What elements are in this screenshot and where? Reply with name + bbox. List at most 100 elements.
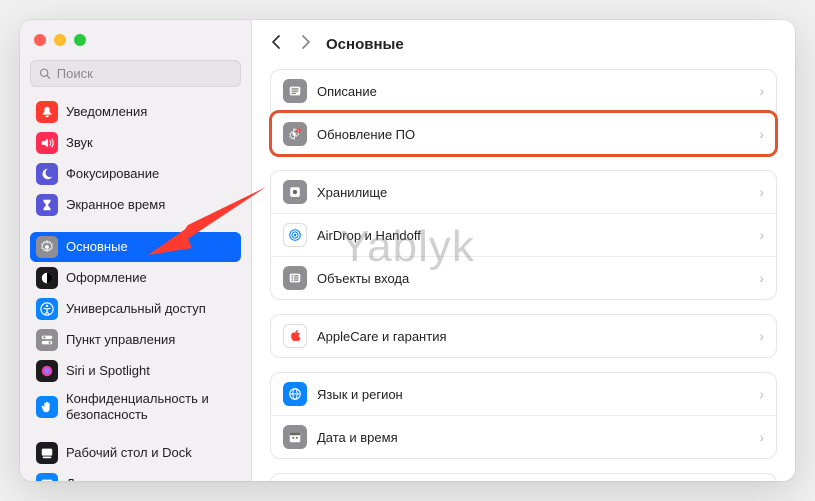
minimize-button[interactable] — [54, 34, 66, 46]
gear-icon — [40, 240, 54, 254]
sidebar-item-label: Экранное время — [66, 197, 165, 213]
search-input[interactable] — [57, 66, 232, 81]
globe-icon — [283, 382, 307, 406]
row-label: AppleCare и гарантия — [317, 329, 749, 344]
sidebar-item-3[interactable]: Экранное время — [30, 190, 241, 220]
nav-arrows — [270, 34, 312, 55]
settings-group-1: Хранилище›AirDrop и Handoff›Объекты вход… — [270, 170, 777, 300]
chevron-right-icon: › — [759, 386, 764, 402]
calendar-icon — [283, 425, 307, 449]
moon-icon — [40, 167, 54, 181]
row-label: Язык и регион — [317, 387, 749, 402]
settings-row[interactable]: Объекты входа › — [271, 256, 776, 299]
settings-group-3: Язык и регион › Дата и время › — [270, 372, 777, 459]
switches-icon — [36, 329, 58, 351]
sidebar-item-11[interactable]: Дисплеи — [30, 469, 241, 481]
chevron-right-icon: › — [759, 83, 764, 99]
globe-icon — [288, 387, 302, 401]
settings-row[interactable]: Дата и время › — [271, 415, 776, 458]
row-label: Дата и время — [317, 430, 749, 445]
gear-badge-icon: 1 — [283, 122, 307, 146]
siri-icon — [36, 360, 58, 382]
gear-icon — [36, 236, 58, 258]
settings-row[interactable]: AppleCare и гарантия › — [271, 315, 776, 357]
contrast-icon — [40, 271, 54, 285]
row-label: AirDrop и Handoff — [317, 228, 749, 243]
info-icon — [288, 84, 302, 98]
sidebar-item-7[interactable]: Пункт управления — [30, 325, 241, 355]
settings-group-2: AppleCare и гарантия › — [270, 314, 777, 358]
sidebar-item-4[interactable]: Основные — [30, 232, 241, 262]
chevron-right-icon: › — [759, 227, 764, 243]
settings-group-0: Описание › 1 Обновление ПО › — [270, 69, 777, 156]
settings-row[interactable]: Общий доступ› — [271, 474, 776, 481]
header: Основные — [270, 32, 777, 69]
sidebar-item-label: Фокусирование — [66, 166, 159, 182]
settings-row[interactable]: Хранилище › — [271, 171, 776, 213]
sidebar-item-label: Универсальный доступ — [66, 301, 206, 317]
calendar-icon — [288, 430, 302, 444]
apple-icon — [283, 324, 307, 348]
sidebar-item-8[interactable]: Siri и Spotlight — [30, 356, 241, 386]
sidebar-item-5[interactable]: Оформление — [30, 263, 241, 293]
dock-icon — [36, 442, 58, 464]
sidebar-list: Уведомления Звук Фокусирование Экранное вре… — [30, 97, 241, 481]
settings-row[interactable]: 1 Обновление ПО › — [271, 112, 776, 155]
sidebar-item-label: Siri и Spotlight — [66, 363, 150, 379]
list-icon — [283, 266, 307, 290]
settings-window: Yablyk УведомленияЗвукФокусированиеЭкран… — [20, 20, 795, 481]
sidebar-item-9[interactable]: Конфиденциальность и безопасность — [30, 387, 241, 426]
airdrop-icon — [283, 223, 307, 247]
maximize-button[interactable] — [74, 34, 86, 46]
back-button[interactable] — [270, 34, 282, 55]
sidebar-item-10[interactable]: Рабочий стол и Dock — [30, 438, 241, 468]
hand-icon — [36, 396, 58, 418]
sidebar: Уведомления Звук Фокусирование Экранное вре… — [20, 20, 252, 481]
gear-badge-icon: 1 — [288, 127, 302, 141]
sidebar-item-label: Основные — [66, 239, 128, 255]
chevron-right-icon: › — [759, 270, 764, 286]
settings-row[interactable]: AirDrop и Handoff › — [271, 213, 776, 256]
disk-icon — [288, 185, 302, 199]
window-controls — [30, 30, 241, 60]
disk-icon — [283, 180, 307, 204]
forward-button[interactable] — [300, 34, 312, 55]
row-label: Обновление ПО — [317, 127, 749, 142]
chevron-right-icon: › — [759, 126, 764, 142]
search-field[interactable] — [30, 60, 241, 87]
hand-icon — [40, 400, 54, 414]
moon-icon — [36, 163, 58, 185]
hourglass-icon — [40, 198, 54, 212]
main-panel: Основные Описание›1Обновление ПО›Хранили… — [252, 20, 795, 481]
sidebar-item-0[interactable]: Уведомления — [30, 97, 241, 127]
row-label: Объекты входа — [317, 271, 749, 286]
airdrop-icon — [288, 228, 302, 242]
row-label: Описание — [317, 84, 749, 99]
sidebar-item-2[interactable]: Фокусирование — [30, 159, 241, 189]
display-icon — [40, 477, 54, 481]
settings-row[interactable]: Описание › — [271, 70, 776, 112]
hourglass-icon — [36, 194, 58, 216]
contrast-icon — [36, 267, 58, 289]
chevron-right-icon: › — [759, 328, 764, 344]
sidebar-item-6[interactable]: Универсальный доступ — [30, 294, 241, 324]
sidebar-item-1[interactable]: Звук — [30, 128, 241, 158]
apple-icon — [288, 329, 302, 343]
row-label: Хранилище — [317, 185, 749, 200]
accessibility-icon — [40, 302, 54, 316]
switches-icon — [40, 333, 54, 347]
chevron-right-icon: › — [759, 429, 764, 445]
bell-icon — [40, 105, 54, 119]
chevron-right-icon: › — [759, 184, 764, 200]
sidebar-item-label: Рабочий стол и Dock — [66, 445, 192, 461]
settings-group-4: Общий доступ› — [270, 473, 777, 481]
sidebar-item-label: Оформление — [66, 270, 147, 286]
siri-icon — [40, 364, 54, 378]
search-icon — [39, 67, 51, 80]
sidebar-item-label: Звук — [66, 135, 93, 151]
speaker-icon — [40, 136, 54, 150]
sidebar-item-label: Дисплеи — [66, 476, 118, 481]
accessibility-icon — [36, 298, 58, 320]
settings-row[interactable]: Язык и регион › — [271, 373, 776, 415]
close-button[interactable] — [34, 34, 46, 46]
